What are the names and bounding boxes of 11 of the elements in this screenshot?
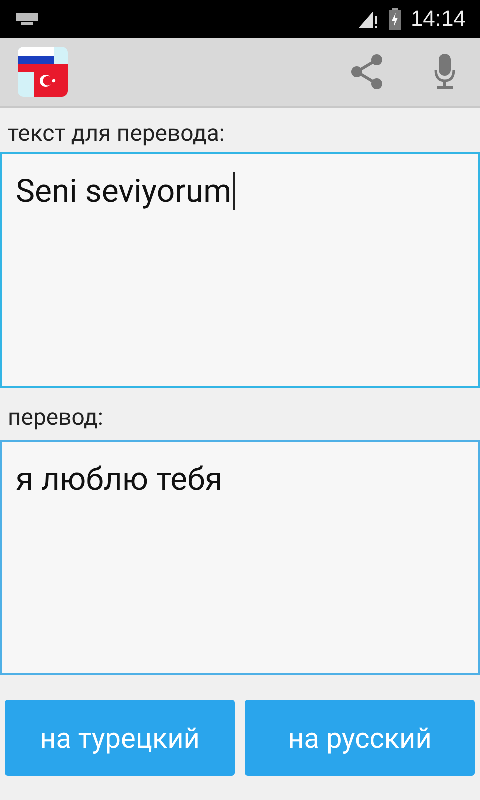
microphone-icon[interactable] — [434, 54, 456, 90]
share-icon[interactable] — [350, 54, 384, 90]
app-logo-icon[interactable] — [18, 47, 68, 97]
translate-button[interactable]: на турецкий — [5, 700, 235, 776]
input-field[interactable]: Seni seviyorum — [0, 152, 480, 388]
clock-time: 14:14 — [410, 6, 466, 32]
battery-icon — [388, 8, 401, 30]
keyboard-icon — [16, 13, 38, 25]
translate-button[interactable]: на русский — [245, 700, 475, 776]
translation-output: я люблю тебя — [0, 440, 480, 675]
output-label: перевод: — [7, 403, 104, 431]
